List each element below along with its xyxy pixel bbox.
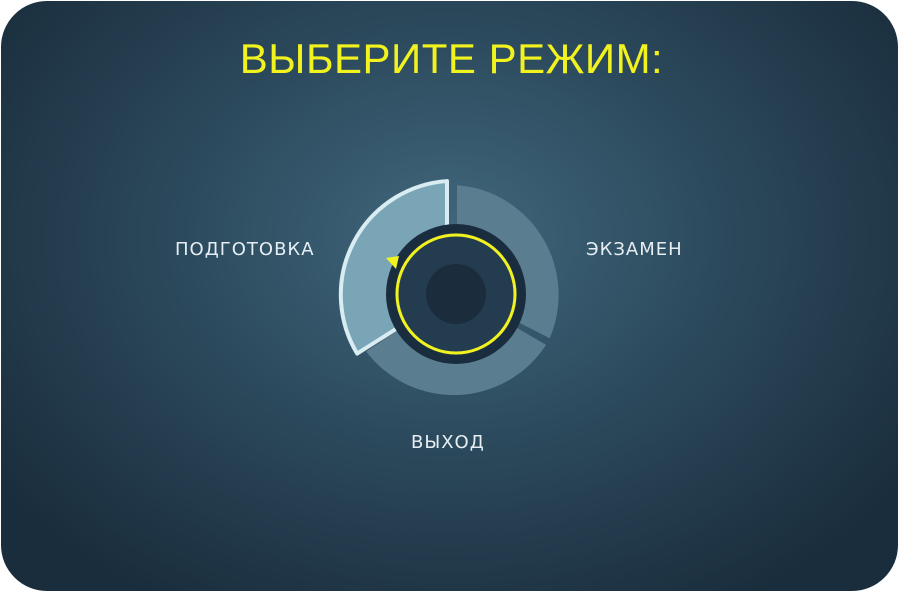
mode-option-prep[interactable]: ПОДГОТОВКА	[175, 239, 315, 260]
mode-option-exit[interactable]: ВЫХОД	[411, 432, 485, 453]
mode-dial	[338, 179, 559, 396]
mode-select-screen: ВЫБЕРИТЕ РЕЖИМ: ПОДГОТОВКА ЭКЗАМЕН ВЫХОД	[1, 1, 898, 591]
dial-knob-center	[426, 264, 486, 324]
mode-option-exam[interactable]: ЭКЗАМЕН	[586, 239, 683, 260]
